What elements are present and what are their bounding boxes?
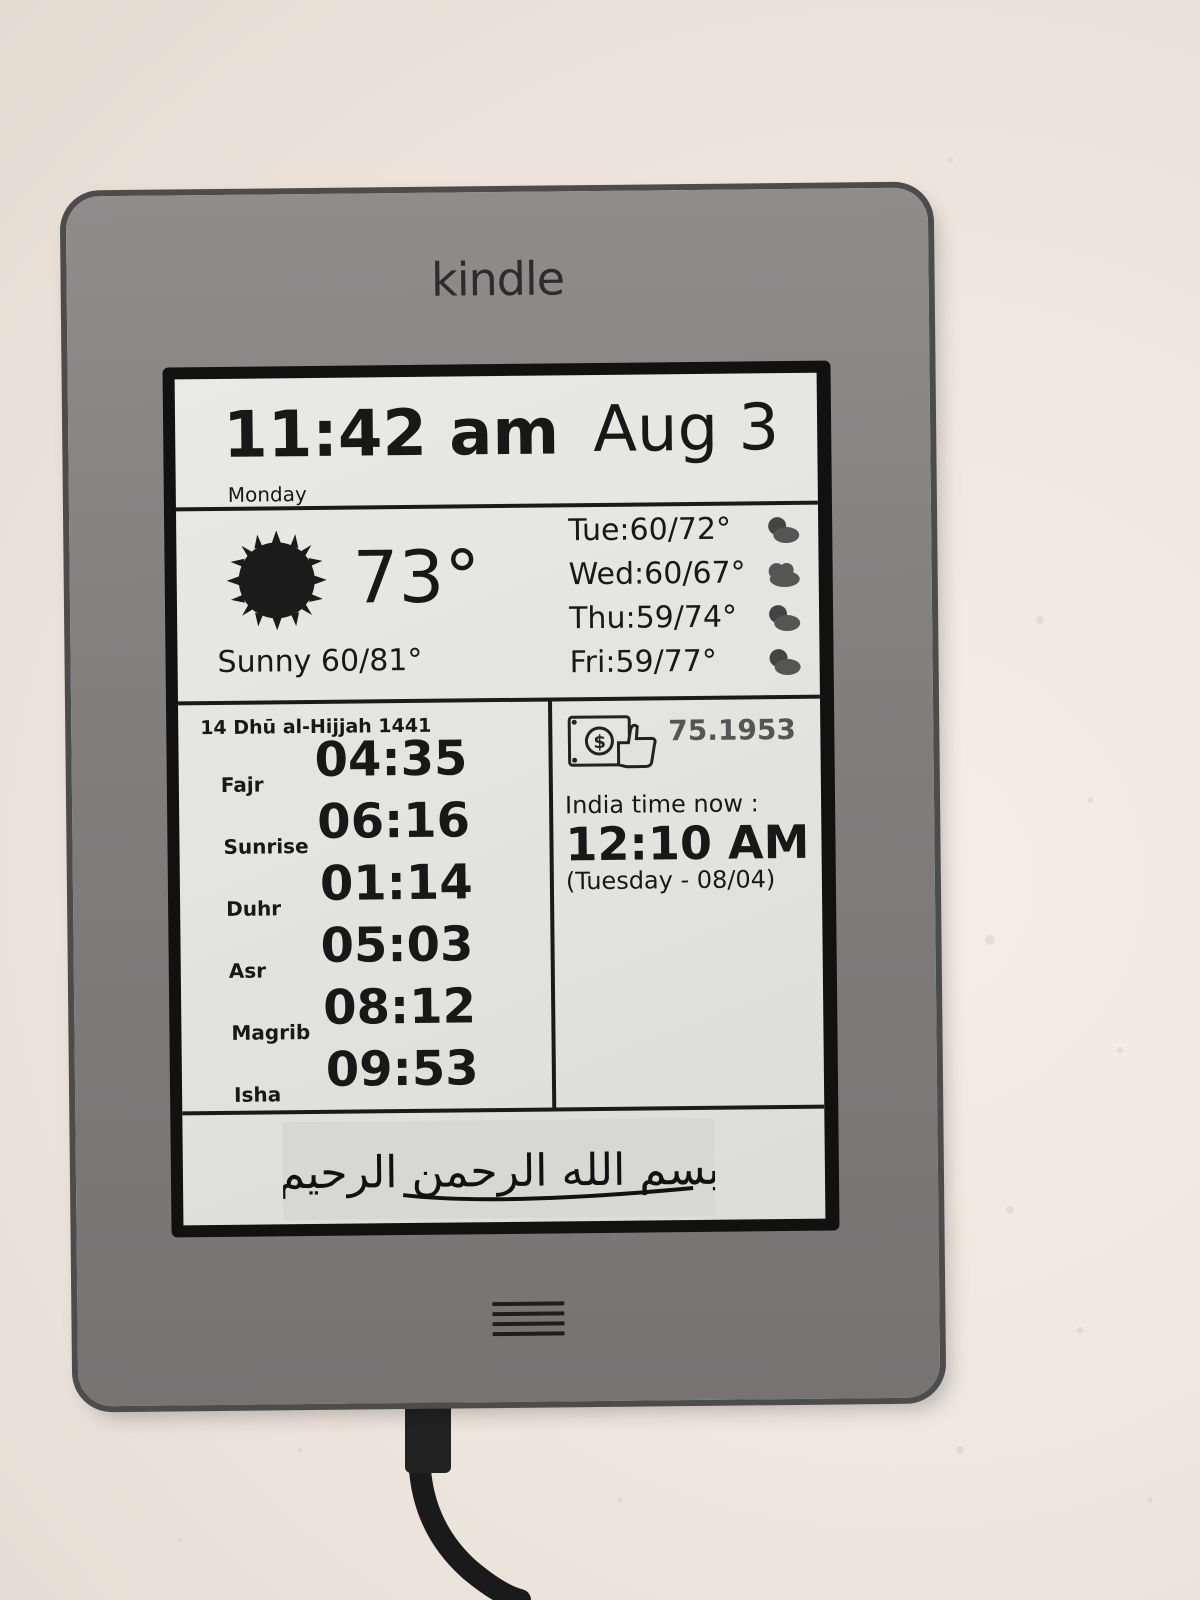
partly-cloudy-icon bbox=[768, 517, 800, 544]
money-thumbs-up-icon: $ bbox=[567, 715, 657, 769]
weather-condition: Sunny 60/81° bbox=[217, 642, 423, 680]
bismillah-calligraphy: بسم الله الرحمن الرحيم bbox=[282, 1117, 716, 1221]
sun-icon bbox=[226, 530, 327, 631]
screen-bezel: 11:42 am Aug 3 Monday 73° Sunny 60/81° T… bbox=[162, 360, 840, 1238]
prayer-name: Fajr bbox=[220, 772, 264, 797]
prayer-time: 04:35 bbox=[314, 730, 468, 788]
prayer-time: 05:03 bbox=[320, 916, 474, 974]
current-date: Aug 3 bbox=[592, 391, 780, 468]
prayer-name: Asr bbox=[228, 958, 267, 983]
home-button[interactable] bbox=[492, 1301, 565, 1348]
prayer-name: Isha bbox=[233, 1082, 282, 1107]
currency-rate: 75.1953 bbox=[668, 712, 797, 748]
cloudy-icon bbox=[768, 563, 800, 588]
partly-cloudy-icon bbox=[769, 649, 801, 676]
forecast-day: Tue:60/72° bbox=[568, 511, 732, 549]
prayer-name: Duhr bbox=[226, 896, 282, 921]
e-ink-screen[interactable]: 11:42 am Aug 3 Monday 73° Sunny 60/81° T… bbox=[174, 372, 826, 1226]
current-temperature: 73° bbox=[352, 534, 481, 620]
svg-text:$: $ bbox=[593, 732, 606, 753]
india-time: 12:10 AM bbox=[565, 814, 810, 872]
divider bbox=[177, 694, 820, 706]
partly-cloudy-icon bbox=[769, 605, 801, 632]
prayer-time: 06:16 bbox=[316, 792, 471, 850]
prayer-name: Sunrise bbox=[223, 834, 309, 859]
forecast-day: Fri:59/77° bbox=[569, 643, 718, 681]
prayer-time: 01:14 bbox=[319, 854, 473, 912]
kindle-logo: kindle bbox=[430, 251, 565, 307]
prayer-name: Magrib bbox=[231, 1020, 311, 1045]
forecast-day: Thu:59/74° bbox=[568, 599, 738, 637]
divider bbox=[547, 697, 557, 1110]
current-time: 11:42 am bbox=[222, 395, 560, 473]
india-date: (Tuesday - 08/04) bbox=[565, 865, 776, 896]
forecast-day: Wed:60/67° bbox=[568, 555, 746, 593]
kindle-device: kindle 11:42 am Aug 3 Monday 73° Sunny 6… bbox=[65, 187, 941, 1407]
prayer-time: 09:53 bbox=[325, 1040, 479, 1098]
weekday: Monday bbox=[227, 482, 307, 507]
prayer-time: 08:12 bbox=[322, 978, 477, 1036]
